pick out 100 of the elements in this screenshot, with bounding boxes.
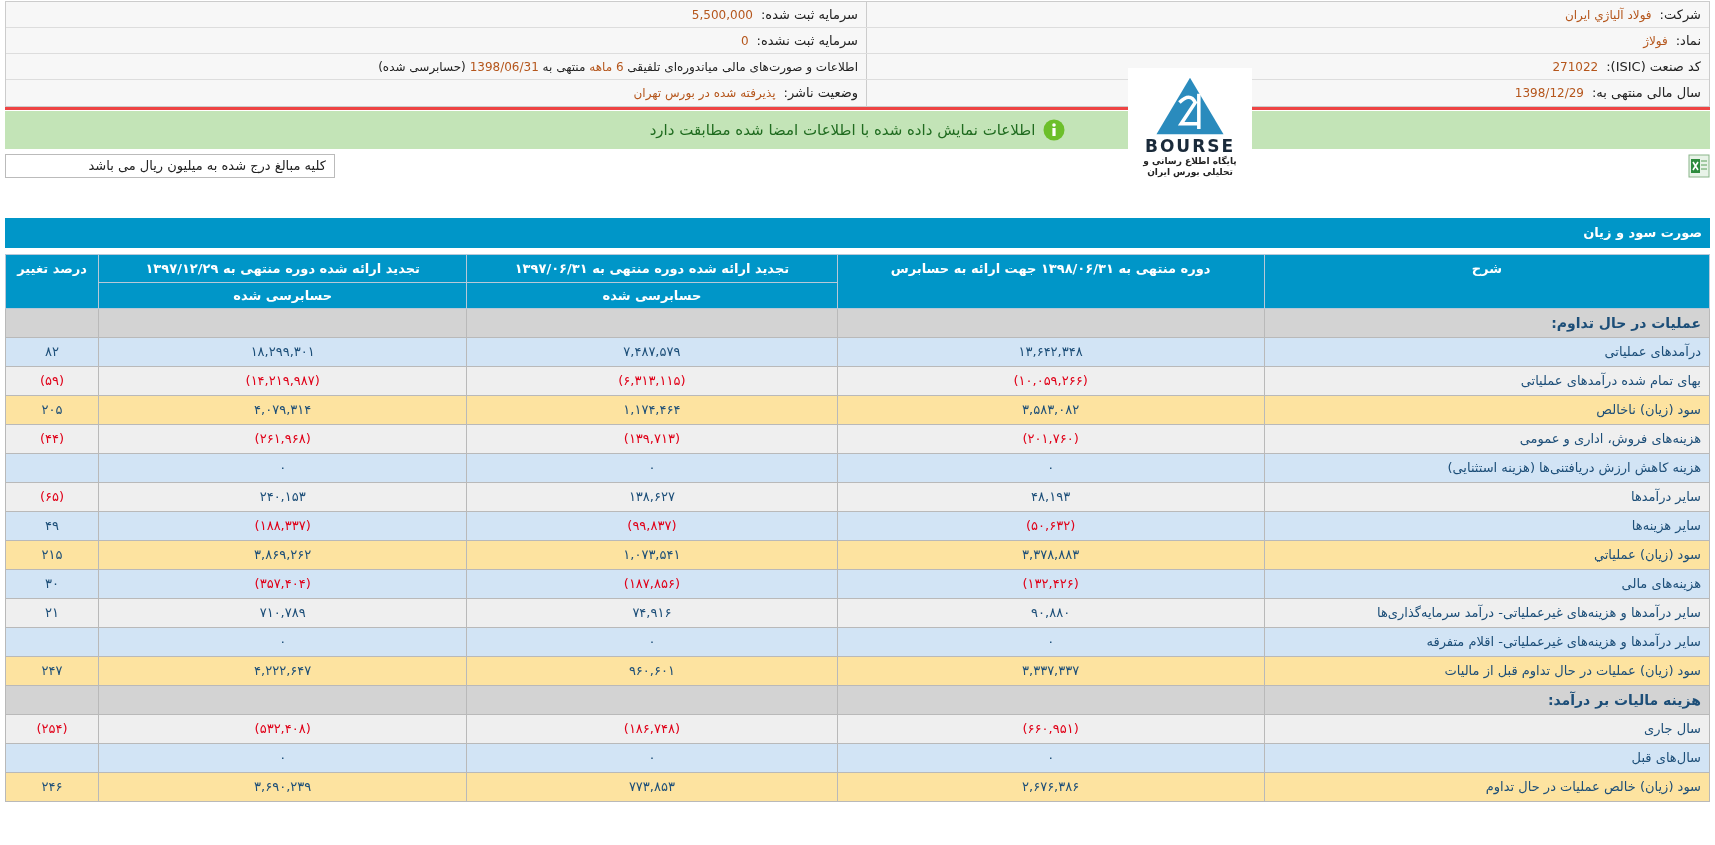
table-cell: ۳,۶۹۰,۲۳۹ bbox=[98, 772, 467, 802]
column-header: شرح bbox=[1264, 254, 1710, 309]
field-value: 0 bbox=[740, 32, 749, 50]
table-cell: (۲۵۴) bbox=[5, 714, 99, 744]
status-message: اطلاعات نمایش داده شده با اطلاعات امضا شده مطابقت دارد bbox=[649, 119, 1036, 141]
table-cell: (۴۴) bbox=[5, 424, 99, 454]
table-cell: ۱۸,۲۹۹,۳۰۱ bbox=[98, 337, 467, 367]
table-cell: ۷۷۳,۸۵۳ bbox=[466, 772, 837, 802]
field-label: شرکت: bbox=[1659, 5, 1701, 24]
unit-note: کلیه مبالغ درج شده به میلیون ریال می باشد bbox=[5, 154, 335, 178]
field-value: پذیرفته شده در بورس تهران bbox=[633, 85, 776, 102]
table-cell: (۱۸۶,۷۴۸) bbox=[466, 714, 837, 744]
table-cell: ۴۹ bbox=[5, 511, 99, 541]
row-label: سایر هزینه‌ها bbox=[1631, 518, 1701, 534]
table-cell: ۰ bbox=[466, 627, 837, 657]
table-cell: ۴۸,۱۹۳ bbox=[837, 482, 1265, 512]
column-header: تجدید ارائه شده دوره منتهی به ۱۳۹۷/۰۶/۳۱ bbox=[466, 254, 837, 283]
table-cell: ۹۰,۸۸۰ bbox=[837, 598, 1265, 628]
table-cell: ۰ bbox=[98, 743, 467, 773]
field-label: نماد: bbox=[1675, 31, 1701, 50]
table-cell: ۰ bbox=[837, 743, 1265, 773]
table-cell: ۴,۲۲۲,۶۴۷ bbox=[98, 656, 467, 686]
table-cell: ۷,۴۸۷,۵۷۹ bbox=[466, 337, 837, 367]
table-cell: ۲۰۵ bbox=[5, 395, 99, 425]
table-cell: (۲۶۱,۹۶۸) bbox=[98, 424, 467, 454]
table-cell: ۳,۳۷۸,۸۸۳ bbox=[837, 540, 1265, 570]
table-cell: (۱۴,۲۱۹,۹۸۷) bbox=[98, 366, 467, 396]
table-cell: (۶۶۰,۹۵۱) bbox=[837, 714, 1265, 744]
table-cell: ۰ bbox=[837, 453, 1265, 483]
table-cell: ۰ bbox=[837, 627, 1265, 657]
table-cell: ۲۱۵ bbox=[5, 540, 99, 570]
row-label: سال‌های قبل bbox=[1631, 750, 1701, 766]
row-label: سود (زیان) خالص عملیات در حال تداوم bbox=[1485, 779, 1701, 795]
field-value: 271022 bbox=[1552, 58, 1599, 76]
field-value: 1398/12/29 bbox=[1514, 85, 1584, 102]
table-cell: ۲۴۶ bbox=[5, 772, 99, 802]
table-cell: ۷۱۰,۷۸۹ bbox=[98, 598, 467, 628]
column-header: درصد تغییر bbox=[5, 254, 99, 309]
row-label: هزینه‌های فروش، اداری و عمومی bbox=[1519, 431, 1701, 447]
table-cell: (۶۵) bbox=[5, 482, 99, 512]
table-cell: ۰ bbox=[98, 453, 467, 483]
row-label: سود (زیان) عملیاتي bbox=[1593, 547, 1701, 563]
table-cell: (۱۸۸,۳۳۷) bbox=[98, 511, 467, 541]
table-cell: ۱,۱۷۴,۴۶۴ bbox=[466, 395, 837, 425]
table-cell: ۱۳,۶۴۲,۳۴۸ bbox=[837, 337, 1265, 367]
field-label: سرمایه ثبت شده: bbox=[760, 5, 858, 24]
table-cell: ۸۲ bbox=[5, 337, 99, 367]
field-label: کد صنعت (ISIC): bbox=[1606, 57, 1701, 76]
field-value: فولاژ bbox=[1643, 32, 1668, 50]
column-header: دوره منتهی به ۱۳۹۸/۰۶/۳۱ جهت ارائه به حسابرس bbox=[837, 254, 1265, 309]
row-label: سود (زیان) عملیات در حال تداوم قبل از مالیات bbox=[1444, 663, 1701, 679]
table-cell: (۲۰۱,۷۶۰) bbox=[837, 424, 1265, 454]
field-label: وضعیت ناشر: bbox=[783, 84, 858, 103]
table-cell: ۰ bbox=[466, 453, 837, 483]
table-cell: ۱,۰۷۳,۵۴۱ bbox=[466, 540, 837, 570]
table-cell: (۹۹,۸۳۷) bbox=[466, 511, 837, 541]
table-cell: ۳۰ bbox=[5, 569, 99, 599]
table-cell: ۴,۰۷۹,۳۱۴ bbox=[98, 395, 467, 425]
table-cell: (۱۳۹,۷۱۳) bbox=[466, 424, 837, 454]
table-cell: ۲۴۰,۱۵۳ bbox=[98, 482, 467, 512]
table-cell: ۷۴,۹۱۶ bbox=[466, 598, 837, 628]
table-cell: (۵۰,۶۳۲) bbox=[837, 511, 1265, 541]
table-cell: ۳,۳۳۷,۳۳۷ bbox=[837, 656, 1265, 686]
field-value: فولاد آلیاژي ایران bbox=[1564, 6, 1652, 24]
table-cell: ۲۱ bbox=[5, 598, 99, 628]
row-label: درآمدهای عملیاتی bbox=[1604, 344, 1701, 360]
table-cell: ۰ bbox=[466, 743, 837, 773]
row-label: سایر درآمدها و هزینه‌های غیرعملیاتی- درآمد سرمایه‌گذاری‌ها bbox=[1377, 605, 1701, 621]
field-label: سرمایه ثبت نشده: bbox=[756, 31, 858, 50]
table-cell: (۵۹) bbox=[5, 366, 99, 396]
table-cell: (۱۰,۰۵۹,۲۶۶) bbox=[837, 366, 1265, 396]
row-label: سود (زیان) ناخالص bbox=[1596, 402, 1701, 418]
info-icon bbox=[1043, 119, 1066, 141]
table-cell: (۱۳۲,۴۲۶) bbox=[837, 569, 1265, 599]
column-subheader: حسابرسی شده bbox=[466, 282, 837, 309]
column-subheader: حسابرسی شده bbox=[98, 282, 467, 309]
table-cell: (۱۸۷,۸۵۶) bbox=[466, 569, 837, 599]
table-cell: ۹۶۰,۶۰۱ bbox=[466, 656, 837, 686]
table-cell: ۱۳۸,۶۲۷ bbox=[466, 482, 837, 512]
table-cell: ۲,۶۷۶,۳۸۶ bbox=[837, 772, 1265, 802]
table-cell: (۶,۳۱۳,۱۱۵) bbox=[466, 366, 837, 396]
row-label: بهای تمام شده درآمدهای عملیاتی bbox=[1520, 373, 1701, 389]
table-cell: ۰ bbox=[98, 627, 467, 657]
field-label: سال مالی منتهی به: bbox=[1591, 84, 1701, 103]
row-label: سال جاری bbox=[1644, 721, 1701, 737]
section-heading: هزینه مالیات بر درآمد: bbox=[1547, 691, 1701, 708]
table-cell: (۵۳۲,۴۰۸) bbox=[98, 714, 467, 744]
field-value: 5,500,000 bbox=[691, 6, 753, 24]
table-cell: ۳,۵۸۳,۰۸۲ bbox=[837, 395, 1265, 425]
row-label: هزینه‌های مالی bbox=[1621, 576, 1701, 592]
table-cell: ۳,۸۶۹,۲۶۲ bbox=[98, 540, 467, 570]
spreadsheet-icon[interactable] bbox=[1688, 154, 1710, 178]
row-label: هزینه کاهش ارزش دریافتنی‌ها (هزینه استثنایی) bbox=[1447, 460, 1701, 476]
table-title: صورت سود و زیان bbox=[5, 218, 1710, 248]
table-cell: (۳۵۷,۴۰۴) bbox=[98, 569, 467, 599]
row-label: سایر درآمدها bbox=[1630, 489, 1701, 505]
column-header: تجدید ارائه شده دوره منتهی به ۱۳۹۷/۱۲/۲۹ bbox=[98, 254, 467, 283]
row-label: سایر درآمدها و هزینه‌های غیرعملیاتی- اقلام متفرقه bbox=[1426, 634, 1701, 650]
table-cell: ۲۴۷ bbox=[5, 656, 99, 686]
section-heading: عملیات در حال تداوم: bbox=[1551, 314, 1701, 331]
